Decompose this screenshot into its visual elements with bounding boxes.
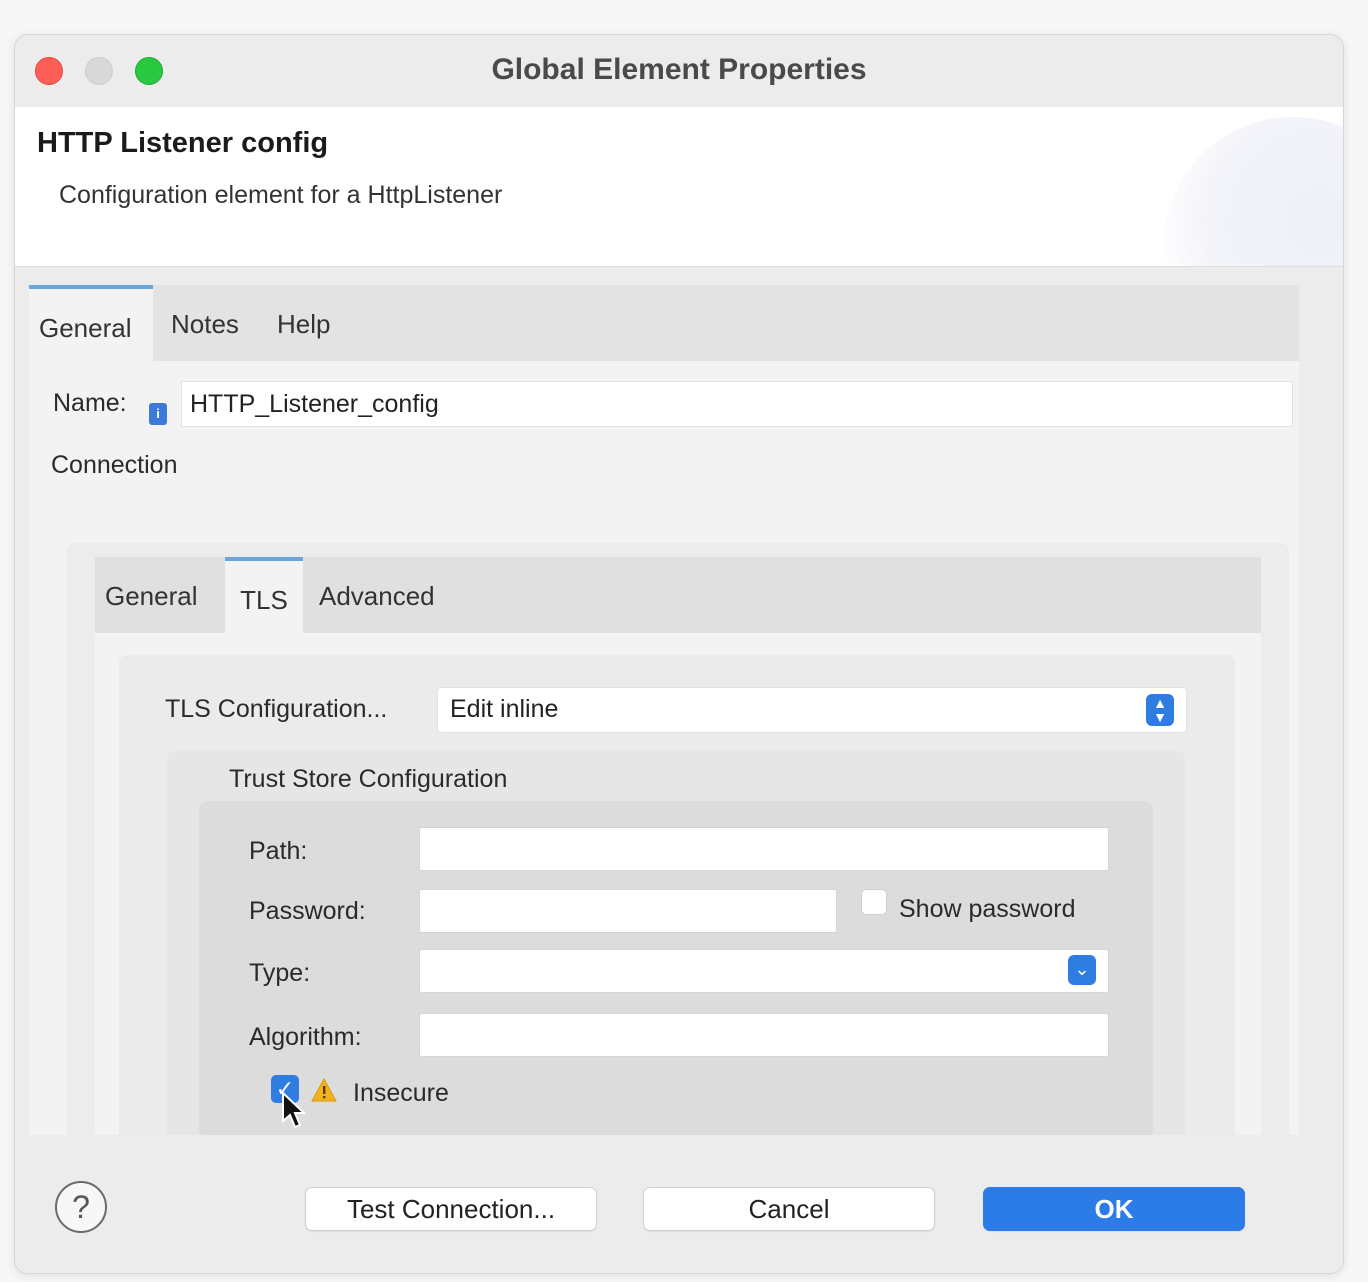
path-input[interactable] [419,827,1109,871]
ok-button[interactable]: OK [983,1187,1245,1231]
title-bar[interactable]: Global Element Properties [15,35,1343,107]
main-tab-bar: General Notes Help [29,285,1299,361]
tls-section: TLS Configuration... Edit inline ▲ ▼ Trus… [119,655,1235,1175]
tab-help[interactable]: Help [277,285,357,361]
algorithm-input[interactable] [419,1013,1109,1057]
password-label: Password: [249,897,366,925]
header-subtitle: Configuration element for a HttpListener [59,181,503,209]
tab-general-label: General [39,313,132,343]
name-label: Name: [53,389,127,417]
tab-notes-label: Notes [171,309,239,339]
tls-config-value: Edit inline [450,695,559,723]
password-input[interactable] [419,889,837,933]
select-stepper-icon[interactable]: ▲ ▼ [1146,694,1174,726]
header-title: HTTP Listener config [37,127,329,159]
path-label: Path: [249,837,308,865]
trust-store-title: Trust Store Configuration [229,765,508,793]
cancel-button[interactable]: Cancel [643,1187,935,1231]
dialog-header: HTTP Listener config Configuration eleme… [15,107,1343,267]
show-password-label: Show password [899,895,1076,923]
type-label: Type: [249,959,311,987]
algorithm-label: Algorithm: [249,1023,362,1051]
window-title: Global Element Properties [491,53,867,86]
connection-tab-general-label: General [105,581,198,611]
connection-section: General TLS Advanced TLS Configuration..… [67,543,1289,1175]
tab-notes[interactable]: Notes [171,285,261,361]
mouse-cursor-icon [282,1091,307,1129]
trust-store-fields: Path: Password: Show password Type: ⌄ Al… [199,801,1153,1139]
tls-config-select[interactable]: Edit inline ▲ ▼ [437,687,1187,733]
connection-tab-advanced[interactable]: Advanced [319,557,459,633]
warning-icon [311,1077,337,1102]
connection-tab-advanced-label: Advanced [319,581,435,611]
trust-store-section: Trust Store Configuration Path: Password… [167,751,1185,1171]
name-input[interactable]: HTTP_Listener_config [181,381,1293,427]
help-icon[interactable]: ? [55,1181,107,1233]
connection-tab-general[interactable]: General [105,557,215,633]
chevron-down-icon[interactable]: ⌄ [1068,955,1096,985]
connection-tab-tls-label: TLS [240,585,288,615]
name-value: HTTP_Listener_config [190,390,439,418]
connection-tab-bar: General TLS Advanced [95,557,1261,633]
tab-help-label: Help [277,309,331,339]
general-panel: Name: i HTTP_Listener_config Connection … [29,361,1299,1175]
type-select[interactable]: ⌄ [419,949,1109,993]
dialog-window: Global Element Properties HTTP Listener … [14,34,1344,1274]
header-decoration [1163,117,1343,266]
connection-label: Connection [51,451,178,479]
test-connection-button[interactable]: Test Connection... [305,1187,597,1231]
show-password-checkbox[interactable] [861,889,887,915]
tls-config-label: TLS Configuration... [165,695,388,723]
insecure-label: Insecure [353,1079,449,1107]
tls-panel: TLS Configuration... Edit inline ▲ ▼ Trus… [95,633,1261,1175]
dialog-footer: ? Test Connection... Cancel OK [15,1135,1343,1273]
info-icon: i [149,403,167,425]
tab-general[interactable]: General [29,285,153,361]
connection-tab-tls[interactable]: TLS [225,557,303,633]
